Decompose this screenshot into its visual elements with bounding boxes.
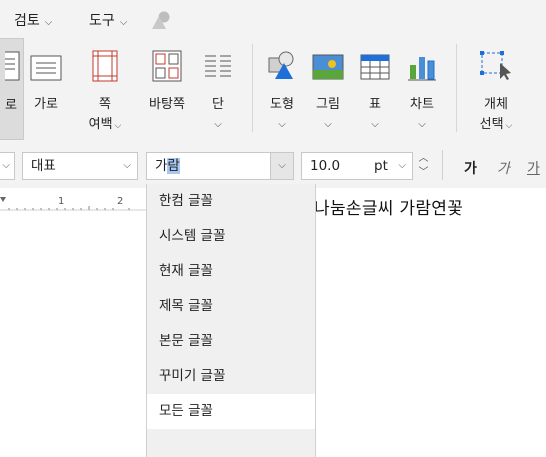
font-category-current[interactable]: 현재 글꼴 (147, 254, 315, 289)
chevron-down-icon: ⌵ (44, 17, 53, 28)
table-icon (360, 54, 390, 80)
font-size-value: 10.0 (310, 158, 341, 174)
font-category-system[interactable]: 시스템 글꼴 (147, 219, 315, 254)
select-object-button[interactable]: 개체 선택 ⌵ (466, 38, 526, 138)
chart-button[interactable]: 차트 ⌵ (402, 38, 442, 138)
font-category-dropdown: 한컴 글꼴 시스템 글꼴 현재 글꼴 제목 글꼴 본문 글꼴 꾸미기 글꼴 모든… (146, 184, 316, 457)
chevron-down-icon: ⌵ (418, 119, 426, 130)
table-button[interactable]: 표 ⌵ (355, 38, 395, 138)
ribbon-separator (456, 44, 457, 132)
font-category-all[interactable]: 모든 글꼴 (147, 394, 315, 429)
chevron-down-icon: ⌵ (2, 160, 10, 171)
menu-review[interactable]: 검토 ⌵ (14, 10, 52, 30)
font-size-spinner[interactable]: ︿ ﹀ (415, 152, 432, 180)
page-margin-label-line2-wrap: 여백 ⌵ (80, 116, 130, 135)
ruler-tick-1: 1 (58, 196, 65, 207)
font-size-input[interactable]: 10.0 pt ⌵ (301, 152, 413, 180)
ribbon: 로 가로 쪽 여백 ⌵ 바탕쪽 단 ⌵ 도형 ⌵ 그림 ⌵ 표 ⌵ 차트 ⌵ 개… (0, 38, 546, 144)
chart-icon (408, 57, 436, 81)
chevron-down-icon: ⌵ (123, 160, 131, 171)
menu-bar: 검토 ⌵ 도구 ⌵ (0, 0, 546, 38)
font-name-input[interactable]: 가람 ⌵ (146, 152, 294, 180)
picture-icon (312, 54, 344, 80)
select-object-label-line2: 선택 (479, 117, 504, 132)
shape-icon (268, 51, 294, 79)
ruler-tick-2: 2 (117, 196, 124, 207)
font-name-value-a: 가 (155, 158, 168, 174)
picture-label: 그림 (316, 97, 340, 112)
master-page-icon (152, 50, 182, 82)
columns-icon (205, 55, 231, 77)
select-object-label-line2-wrap: 선택 ⌵ (466, 116, 526, 135)
font-dropdown-toggle[interactable]: ⌵ (270, 153, 293, 179)
spin-up-icon[interactable]: ︿ (415, 152, 432, 166)
menu-tools-label: 도구 (89, 13, 115, 29)
master-page-button[interactable]: 바탕쪽 (140, 38, 194, 138)
orientation-portrait-button[interactable]: 로 (0, 38, 24, 140)
chevron-down-icon: ⌵ (119, 17, 128, 28)
menu-tools[interactable]: 도구 ⌵ (89, 10, 127, 30)
master-page-label: 바탕쪽 (149, 97, 185, 112)
shapes-icon[interactable] (150, 10, 172, 30)
chevron-down-icon: ⌵ (505, 121, 513, 131)
chevron-down-icon: ⌵ (214, 119, 222, 130)
font-category-body[interactable]: 본문 글꼴 (147, 324, 315, 359)
table-label: 표 (369, 97, 381, 112)
menu-review-label: 검토 (14, 13, 40, 29)
columns-button[interactable]: 단 ⌵ (198, 38, 238, 138)
orientation-landscape-label: 가로 (34, 97, 58, 112)
chevron-down-icon: ⌵ (114, 121, 122, 131)
page-margin-label-line1: 쪽 (99, 97, 111, 112)
font-size-unit: pt (374, 158, 388, 174)
page-margin-icon (92, 50, 118, 82)
bold-button[interactable]: 가 (464, 158, 477, 178)
page-landscape-icon (30, 55, 62, 81)
chevron-down-icon: ⌵ (371, 119, 379, 130)
style-dropdown[interactable]: 대표 ⌵ (22, 152, 138, 180)
picture-button[interactable]: 그림 ⌵ (308, 38, 348, 138)
font-category-hancom[interactable]: 한컴 글꼴 (147, 184, 315, 219)
shape-label: 도형 (270, 97, 294, 112)
underline-button[interactable]: 가 (527, 158, 540, 178)
ruler-scale (0, 197, 146, 211)
format-separator (442, 150, 443, 180)
style-left-dropdown[interactable]: ⌵ (0, 152, 15, 180)
orientation-landscape-button[interactable]: 가로 (24, 38, 68, 138)
page-margin-label-line2: 여백 (88, 117, 113, 132)
select-object-label-line1: 개체 (484, 97, 508, 112)
columns-label: 단 (212, 97, 224, 112)
chevron-down-icon: ⌵ (324, 119, 332, 130)
italic-button[interactable]: 가 (497, 158, 510, 178)
shape-button[interactable]: 도형 ⌵ (262, 38, 302, 138)
select-object-icon (480, 51, 511, 80)
chevron-down-icon: ⌵ (278, 119, 286, 130)
ribbon-separator (252, 44, 253, 132)
font-category-decorative[interactable]: 꾸미기 글꼴 (147, 359, 315, 394)
font-category-title[interactable]: 제목 글꼴 (147, 289, 315, 324)
page-margin-button[interactable]: 쪽 여백 ⌵ (80, 38, 130, 138)
page-portrait-icon (5, 51, 20, 81)
chevron-down-icon: ⌵ (398, 160, 406, 171)
font-name-value-selected: 람 (167, 158, 180, 174)
font-preview-text: 나눔손글씨 가람연꽃 (314, 199, 464, 219)
orientation-portrait-label: 로 (5, 98, 17, 113)
chart-label: 차트 (410, 97, 434, 112)
spin-down-icon[interactable]: ﹀ (415, 166, 432, 180)
style-value: 대표 (31, 158, 56, 174)
